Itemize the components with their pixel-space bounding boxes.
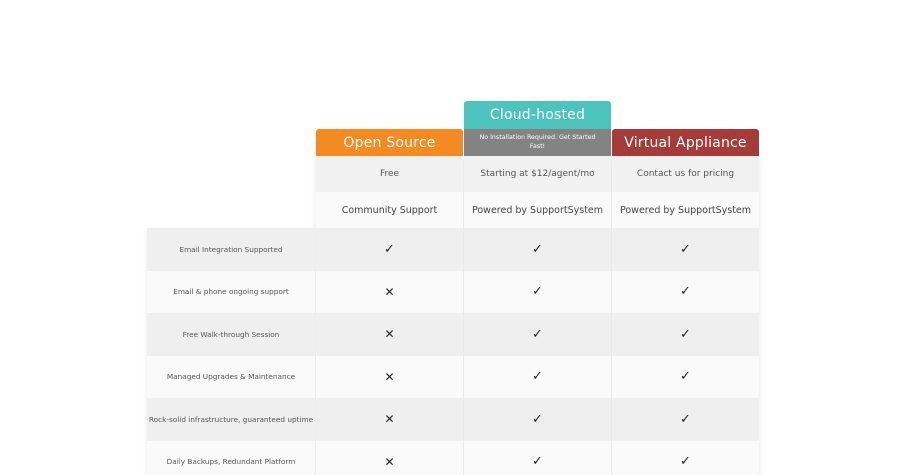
feature-cell: ✓ — [464, 398, 611, 441]
feature-label: Email Integration Supported — [147, 228, 315, 271]
feature-cell: ✓ — [612, 440, 759, 475]
feature-cell: ✓ — [316, 228, 463, 271]
check-icon: ✓ — [532, 454, 543, 470]
check-icon: ✓ — [680, 284, 691, 300]
plan-header-virtual-appliance: Virtual Appliance — [612, 129, 759, 156]
check-icon: ✓ — [680, 326, 691, 342]
check-icon: ✓ — [680, 411, 691, 427]
check-icon: ✓ — [384, 241, 395, 257]
feature-cell: ✓ — [464, 440, 611, 475]
feature-label: Email & phone ongoing support — [147, 270, 315, 313]
support-virtual-appliance: Powered by SupportSystem — [612, 192, 759, 228]
cross-icon: ✕ — [384, 327, 395, 342]
feature-label: Managed Upgrades & Maintenance — [147, 355, 315, 398]
cross-icon: ✕ — [384, 284, 395, 299]
pricing-table: Open Source Cloud-hosted No Installation… — [0, 0, 900, 475]
feature-cell: ✓ — [612, 398, 759, 441]
feature-cell: ✕ — [316, 313, 463, 356]
plan-header-open-source: Open Source — [316, 129, 463, 156]
check-icon: ✓ — [532, 284, 543, 300]
check-icon: ✓ — [532, 369, 543, 385]
feature-cell: ✓ — [464, 270, 611, 313]
feature-cell: ✓ — [464, 228, 611, 271]
price-cloud-hosted: Starting at $12/agent/mo — [464, 156, 611, 192]
feature-cell: ✓ — [612, 270, 759, 313]
cross-icon: ✕ — [384, 454, 395, 469]
feature-label: Rock-solid infrastructure, guaranteed up… — [147, 398, 315, 441]
price-open-source: Free — [316, 156, 463, 192]
plan-header-cloud-hosted: Cloud-hosted — [464, 101, 611, 129]
check-icon: ✓ — [680, 454, 691, 470]
check-icon: ✓ — [532, 326, 543, 342]
plan-name: Open Source — [343, 135, 436, 151]
feature-cell: ✓ — [612, 313, 759, 356]
plan-name: Virtual Appliance — [624, 135, 747, 151]
feature-cell: ✓ — [612, 355, 759, 398]
check-icon: ✓ — [680, 369, 691, 385]
cross-icon: ✕ — [384, 412, 395, 427]
feature-label: Free Walk-through Session — [147, 313, 315, 356]
price-virtual-appliance: Contact us for pricing — [612, 156, 759, 192]
feature-label: Daily Backups, Redundant Platform — [147, 440, 315, 475]
feature-cell: ✕ — [316, 355, 463, 398]
check-icon: ✓ — [532, 411, 543, 427]
support-cloud-hosted: Powered by SupportSystem — [464, 192, 611, 228]
feature-cell: ✓ — [464, 355, 611, 398]
plan-name: Cloud-hosted — [489, 107, 586, 123]
feature-cell: ✓ — [612, 228, 759, 271]
support-open-source: Community Support — [316, 192, 463, 228]
check-icon: ✓ — [680, 241, 691, 257]
feature-cell: ✕ — [316, 270, 463, 313]
feature-cell: ✓ — [464, 313, 611, 356]
cross-icon: ✕ — [384, 369, 395, 384]
check-icon: ✓ — [532, 241, 543, 257]
feature-cell: ✕ — [316, 398, 463, 441]
feature-cell: ✕ — [316, 440, 463, 475]
plan-subtitle-cloud-hosted: No Installation Required. Get Started Fa… — [464, 129, 611, 156]
